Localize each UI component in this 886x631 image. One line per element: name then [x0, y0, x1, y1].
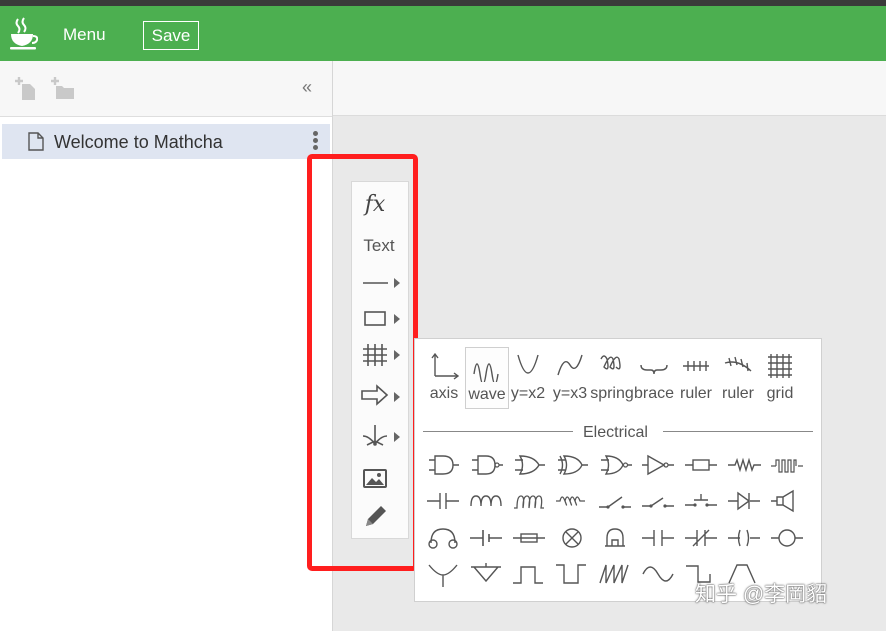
text-tool[interactable]: Text	[352, 236, 406, 268]
slanted-ruler-icon	[724, 356, 752, 372]
electrolytic-capacitor-icon[interactable]	[726, 525, 762, 551]
document-sidebar: « Welcome to Mathcha	[0, 61, 333, 631]
expand-arrow-icon	[394, 392, 400, 402]
expand-arrow-icon	[394, 432, 400, 442]
grid-icon	[768, 354, 792, 378]
polarized-capacitor-icon[interactable]	[640, 525, 676, 551]
document-title: Welcome to Mathcha	[54, 132, 223, 152]
sawtooth-icon[interactable]	[597, 561, 633, 587]
switch-open-icon[interactable]	[597, 488, 633, 514]
menu-button[interactable]: Menu	[63, 25, 106, 45]
document-list-item[interactable]: Welcome to Mathcha	[2, 124, 330, 159]
ruler-icon	[683, 361, 709, 371]
lamp-icon[interactable]	[554, 525, 590, 551]
and-gate-icon[interactable]	[425, 452, 461, 478]
new-document-icon[interactable]	[14, 75, 40, 101]
speaker-icon[interactable]	[769, 488, 805, 514]
collapse-sidebar-icon[interactable]: «	[302, 77, 312, 98]
arrow-shape-icon	[361, 384, 389, 406]
line-icon	[363, 282, 388, 284]
pencil-tool[interactable]	[352, 502, 408, 534]
document-icon	[28, 132, 44, 151]
line-tool[interactable]	[352, 270, 408, 302]
image-tool[interactable]	[352, 466, 408, 498]
more-options-icon[interactable]	[311, 131, 319, 151]
table-tool[interactable]	[352, 342, 408, 374]
fuse-icon[interactable]	[511, 525, 547, 551]
resistor-zigzag-icon[interactable]	[726, 452, 762, 478]
or-gate-icon[interactable]	[511, 452, 547, 478]
save-button[interactable]: Save	[143, 21, 199, 50]
cubic-icon	[557, 354, 583, 376]
wave-icon	[473, 363, 499, 382]
antenna-icon[interactable]	[425, 561, 461, 587]
separator-line	[423, 431, 573, 432]
ground-icon[interactable]	[468, 561, 504, 587]
app-header: Menu Save	[0, 6, 886, 61]
shapes-panel: axis wave y=x2 y=x3 spring brace ruler r…	[414, 338, 822, 602]
diagram-tool[interactable]	[352, 422, 408, 454]
rectangle-icon	[364, 311, 386, 326]
brace-icon	[640, 364, 668, 375]
variable-capacitor-icon[interactable]	[683, 525, 719, 551]
not-gate-icon[interactable]	[640, 452, 676, 478]
expand-arrow-icon	[394, 350, 400, 360]
arrow-tool[interactable]	[352, 382, 408, 414]
electrical-section-label: Electrical	[583, 424, 648, 441]
meter-icon[interactable]	[769, 525, 805, 551]
math-fx-tool[interactable]: fx	[352, 192, 398, 224]
battery-icon[interactable]	[468, 525, 504, 551]
pencil-icon	[366, 506, 386, 526]
capacitor-icon[interactable]	[425, 488, 461, 514]
axis-shape[interactable]: axis	[423, 347, 465, 407]
diagram-icon	[362, 425, 388, 446]
resistor-box-icon[interactable]	[683, 452, 719, 478]
parabola-icon	[517, 354, 539, 374]
inductor-core-icon[interactable]	[511, 488, 547, 514]
push-switch-icon[interactable]	[683, 488, 719, 514]
coil-resistor-icon[interactable]	[769, 452, 805, 478]
new-folder-icon[interactable]	[50, 75, 76, 101]
grid-label: grid	[766, 385, 794, 402]
editor-header-bar	[333, 61, 886, 116]
coil-icon[interactable]	[554, 488, 590, 514]
diode-icon[interactable]	[726, 488, 762, 514]
rectangle-tool[interactable]	[352, 306, 408, 338]
teacup-logo-icon[interactable]	[8, 17, 38, 51]
spring-icon	[600, 355, 621, 370]
insert-toolbar: fx Text	[351, 181, 409, 539]
table-grid-icon	[363, 344, 387, 366]
switch-icon[interactable]	[640, 488, 676, 514]
headphones-icon[interactable]	[425, 525, 461, 551]
pulse-icon[interactable]	[511, 561, 547, 587]
negative-pulse-icon[interactable]	[554, 561, 590, 587]
image-icon	[363, 469, 387, 488]
separator-line	[663, 431, 813, 432]
watermark-text: 知乎 @李岡貂	[695, 583, 828, 606]
inductor-icon[interactable]	[468, 488, 504, 514]
expand-arrow-icon	[394, 314, 400, 324]
xor-gate-icon[interactable]	[554, 452, 590, 478]
sine-wave-icon[interactable]	[640, 561, 676, 587]
nor-gate-icon[interactable]	[597, 452, 633, 478]
bell-icon[interactable]	[597, 525, 633, 551]
expand-arrow-icon	[394, 278, 400, 288]
axis-icon	[431, 352, 459, 380]
sidebar-toolbar: «	[0, 61, 332, 117]
grid-shape[interactable]: grid	[759, 347, 801, 407]
nand-gate-icon[interactable]	[468, 452, 504, 478]
